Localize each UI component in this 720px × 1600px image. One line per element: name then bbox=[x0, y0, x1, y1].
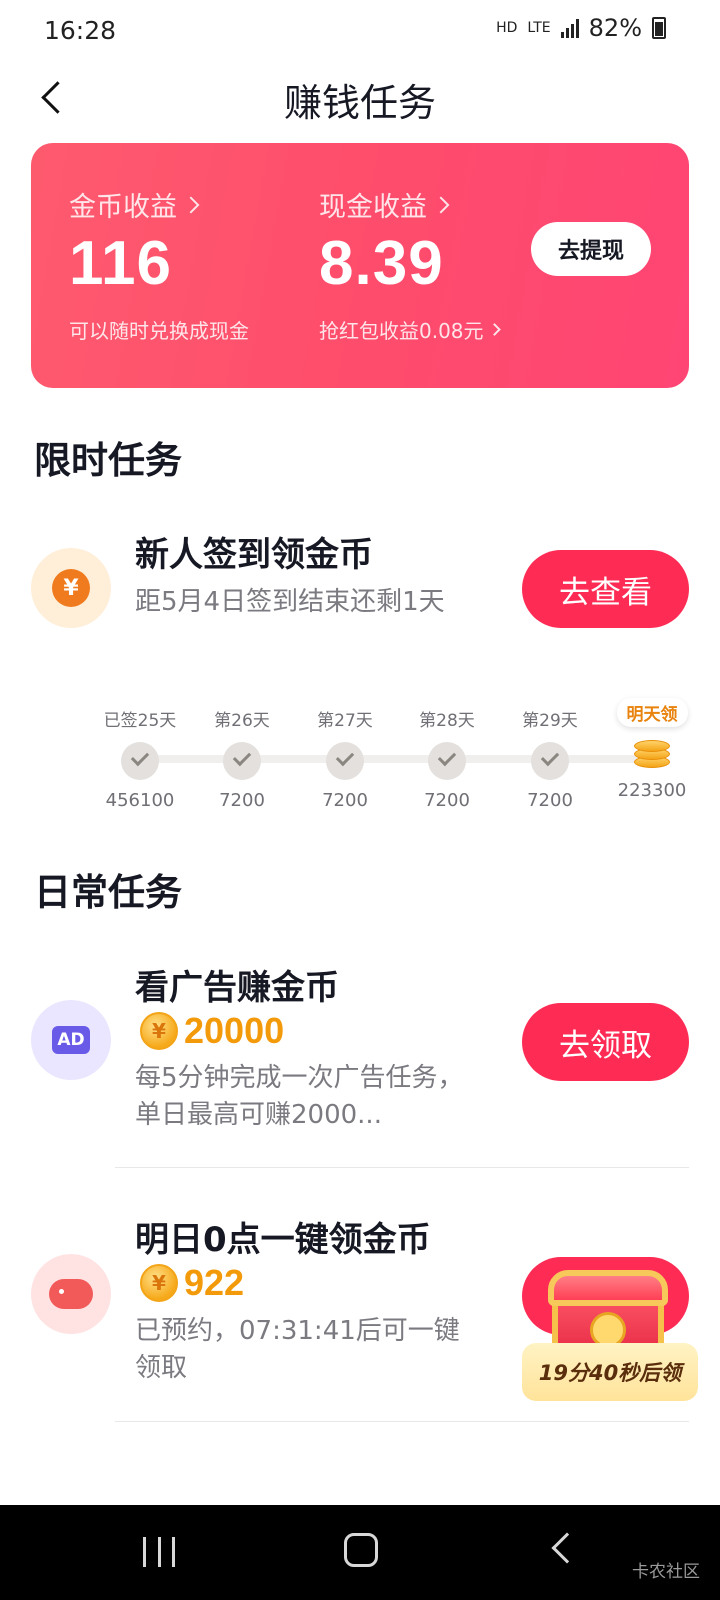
progress-day-6: 明天领 223300 bbox=[602, 698, 702, 801]
system-nav-bar: 卡农社区 bbox=[0, 1505, 720, 1600]
chevron-right-icon bbox=[182, 196, 200, 213]
progress-day-amount: 7200 bbox=[527, 790, 573, 811]
signin-task-desc: 距5月4日签到结束还剩1天 bbox=[135, 587, 445, 617]
status-bar: 16:28 HD LTE 82% bbox=[0, 0, 720, 62]
cash-earnings-label: 现金收益 bbox=[319, 192, 427, 223]
ad-badge-icon: AD bbox=[52, 1026, 90, 1054]
divider bbox=[115, 1167, 689, 1168]
earnings-card: 金币收益 116 可以随时兑换成现金 现金收益 8.39 抢红包收益0.08元 … bbox=[31, 143, 689, 388]
battery-percent: 82% bbox=[588, 14, 642, 42]
home-icon[interactable] bbox=[344, 1533, 378, 1567]
ad-task-reward: ¥ 20000 bbox=[140, 1010, 284, 1052]
check-icon bbox=[121, 742, 159, 780]
progress-day-amount: 223300 bbox=[617, 780, 687, 801]
piggy-bank-icon bbox=[31, 1254, 111, 1334]
lte-icon: LTE bbox=[527, 20, 551, 36]
tomorrow-coin-desc: 已预约，07:31:41后可一键领取 bbox=[135, 1316, 460, 1383]
signal-icon bbox=[560, 18, 579, 38]
tomorrow-badge: 明天领 bbox=[616, 698, 688, 727]
ad-task-coins: 20000 bbox=[184, 1010, 285, 1051]
pig-icon bbox=[49, 1279, 93, 1309]
limited-tasks-title: 限时任务 bbox=[34, 439, 182, 482]
progress-day-amount: 7200 bbox=[219, 790, 265, 811]
divider bbox=[115, 1421, 689, 1422]
watermark: 卡农社区 bbox=[632, 1562, 700, 1582]
coin-earnings-value: 116 bbox=[69, 229, 173, 298]
chevron-right-icon bbox=[487, 323, 501, 336]
tomorrow-coin-reward: ¥ 922 bbox=[140, 1262, 244, 1304]
progress-day-1: 已签25天 456100 bbox=[90, 706, 190, 811]
progress-day-5: 第29天 7200 bbox=[500, 706, 600, 811]
battery-icon bbox=[652, 17, 666, 39]
status-time: 16:28 bbox=[44, 16, 117, 45]
progress-day-amount: 7200 bbox=[322, 790, 368, 811]
red-packet-earnings-text: 抢红包收益0.08元 bbox=[319, 319, 484, 343]
cash-earnings[interactable]: 现金收益 8.39 抢红包收益0.08元 bbox=[319, 185, 501, 344]
withdraw-button[interactable]: 去提现 bbox=[531, 222, 651, 276]
progress-day-label: 第28天 bbox=[419, 711, 475, 731]
ad-icon: AD bbox=[31, 1000, 111, 1080]
progress-day-label: 第26天 bbox=[214, 711, 270, 731]
progress-day-label: 已签25天 bbox=[103, 711, 177, 731]
hd-icon: HD bbox=[496, 20, 518, 36]
yuan-coin-icon: ¥ bbox=[31, 548, 111, 628]
progress-day-3: 第27天 7200 bbox=[295, 706, 395, 811]
view-signin-button[interactable]: 去查看 bbox=[522, 550, 689, 628]
recent-apps-icon[interactable] bbox=[143, 1537, 175, 1567]
progress-day-4: 第28天 7200 bbox=[397, 706, 497, 811]
check-icon bbox=[531, 742, 569, 780]
back-icon[interactable] bbox=[551, 1532, 583, 1564]
progress-day-label: 第27天 bbox=[317, 711, 373, 731]
yuan-icon: ¥ bbox=[52, 569, 90, 607]
daily-tasks-title: 日常任务 bbox=[34, 871, 182, 914]
progress-day-label: 第29天 bbox=[522, 711, 578, 731]
nav-bar: 赚钱任务 bbox=[0, 62, 720, 136]
progress-day-amount: 456100 bbox=[105, 790, 175, 811]
tomorrow-coin-amount: 922 bbox=[184, 1262, 245, 1303]
page-title: 赚钱任务 bbox=[283, 81, 436, 125]
check-icon bbox=[223, 742, 261, 780]
cash-earnings-value: 8.39 bbox=[319, 229, 444, 298]
signin-progress: 已签25天 456100 第26天 7200 第27天 7200 第28天 72… bbox=[90, 698, 710, 811]
progress-day-amount: 7200 bbox=[424, 790, 470, 811]
signin-task-title: 新人签到领金币 bbox=[135, 535, 373, 575]
claim-ad-button[interactable]: 去领取 bbox=[522, 1003, 689, 1081]
progress-day-2: 第26天 7200 bbox=[192, 706, 292, 811]
chest-countdown: 19分40秒后领 bbox=[522, 1343, 698, 1401]
coin-earnings[interactable]: 金币收益 116 可以随时兑换成现金 bbox=[69, 185, 249, 344]
chevron-right-icon bbox=[432, 196, 450, 213]
red-packet-earnings-link[interactable]: 抢红包收益0.08元 bbox=[319, 315, 501, 344]
coin-earnings-sub: 可以随时兑换成现金 bbox=[69, 319, 249, 343]
status-icons: HD LTE 82% bbox=[496, 14, 666, 42]
coin-earnings-label: 金币收益 bbox=[69, 192, 177, 223]
coin-icon: ¥ bbox=[140, 1012, 178, 1050]
coin-stack-icon bbox=[632, 734, 672, 774]
tomorrow-coin-task-title: 明日0点一键领金币 bbox=[135, 1220, 431, 1260]
ad-task-desc: 每5分钟完成一次广告任务，单日最高可赚2000... bbox=[135, 1063, 464, 1130]
ad-task-title: 看广告赚金币 bbox=[135, 968, 339, 1008]
check-icon bbox=[326, 742, 364, 780]
check-icon bbox=[428, 742, 466, 780]
coin-icon: ¥ bbox=[140, 1264, 178, 1302]
